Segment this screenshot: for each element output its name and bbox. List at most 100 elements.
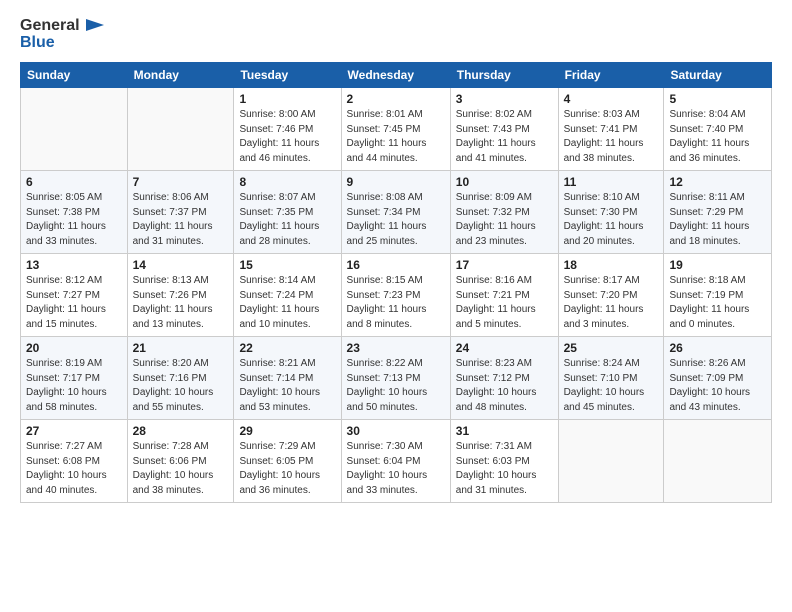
day-number: 21	[133, 341, 229, 355]
calendar-header-row: SundayMondayTuesdayWednesdayThursdayFrid…	[21, 63, 772, 88]
col-header-thursday: Thursday	[450, 63, 558, 88]
calendar-week-5: 27Sunrise: 7:27 AM Sunset: 6:08 PM Dayli…	[21, 420, 772, 503]
calendar-cell: 21Sunrise: 8:20 AM Sunset: 7:16 PM Dayli…	[127, 337, 234, 420]
day-info: Sunrise: 7:28 AM Sunset: 6:06 PM Dayligh…	[133, 440, 229, 498]
col-header-saturday: Saturday	[664, 63, 772, 88]
day-number: 9	[347, 175, 445, 189]
day-info: Sunrise: 7:30 AM Sunset: 6:04 PM Dayligh…	[347, 440, 445, 498]
day-number: 6	[26, 175, 122, 189]
day-info: Sunrise: 8:13 AM Sunset: 7:26 PM Dayligh…	[133, 274, 229, 332]
day-info: Sunrise: 8:15 AM Sunset: 7:23 PM Dayligh…	[347, 274, 445, 332]
calendar-cell: 29 Sunrise: 7:29 AM Sunset: 6:05 PM Dayli…	[234, 420, 341, 503]
day-info: Sunrise: 8:16 AM Sunset: 7:21 PM Dayligh…	[456, 274, 553, 332]
col-header-wednesday: Wednesday	[341, 63, 450, 88]
day-number: 25	[564, 341, 659, 355]
day-info: Sunrise: 7:29 AM Sunset: 6:05 PM Dayligh…	[239, 440, 335, 498]
calendar-week-1: 1Sunrise: 8:00 AM Sunset: 7:46 PM Daylig…	[21, 88, 772, 171]
calendar-cell: 17 Sunrise: 8:16 AM Sunset: 7:21 PM Dayli…	[450, 254, 558, 337]
calendar-cell: 22 Sunrise: 8:21 AM Sunset: 7:14 PM Dayli…	[234, 337, 341, 420]
calendar-cell: 9 Sunrise: 8:08 AM Sunset: 7:34 PM Daylig…	[341, 171, 450, 254]
calendar-cell: 18Sunrise: 8:17 AM Sunset: 7:20 PM Dayli…	[558, 254, 664, 337]
day-number: 2	[347, 92, 445, 106]
calendar-week-4: 20 Sunrise: 8:19 AM Sunset: 7:17 PM Dayli…	[21, 337, 772, 420]
calendar-cell: 11 Sunrise: 8:10 AM Sunset: 7:30 PM Dayli…	[558, 171, 664, 254]
calendar-cell: 13 Sunrise: 8:12 AM Sunset: 7:27 PM Dayli…	[21, 254, 128, 337]
calendar-cell: 23 Sunrise: 8:22 AM Sunset: 7:13 PM Dayli…	[341, 337, 450, 420]
day-info: Sunrise: 8:07 AM Sunset: 7:35 PM Dayligh…	[239, 191, 335, 249]
col-header-sunday: Sunday	[21, 63, 128, 88]
day-info: Sunrise: 8:08 AM Sunset: 7:34 PM Dayligh…	[347, 191, 445, 249]
calendar-cell: 7Sunrise: 8:06 AM Sunset: 7:37 PM Daylig…	[127, 171, 234, 254]
day-info: Sunrise: 8:12 AM Sunset: 7:27 PM Dayligh…	[26, 274, 122, 332]
calendar-cell: 2 Sunrise: 8:01 AM Sunset: 7:45 PM Daylig…	[341, 88, 450, 171]
logo-container: General Blue	[20, 16, 104, 52]
day-info: Sunrise: 8:24 AM Sunset: 7:10 PM Dayligh…	[564, 357, 659, 415]
calendar-cell: 6 Sunrise: 8:05 AM Sunset: 7:38 PM Daylig…	[21, 171, 128, 254]
day-number: 22	[239, 341, 335, 355]
day-number: 15	[239, 258, 335, 272]
day-number: 20	[26, 341, 122, 355]
calendar-cell: 30 Sunrise: 7:30 AM Sunset: 6:04 PM Dayli…	[341, 420, 450, 503]
calendar-table: SundayMondayTuesdayWednesdayThursdayFrid…	[20, 62, 772, 503]
col-header-monday: Monday	[127, 63, 234, 88]
day-info: Sunrise: 8:01 AM Sunset: 7:45 PM Dayligh…	[347, 108, 445, 166]
calendar-week-2: 6 Sunrise: 8:05 AM Sunset: 7:38 PM Daylig…	[21, 171, 772, 254]
day-info: Sunrise: 8:03 AM Sunset: 7:41 PM Dayligh…	[564, 108, 659, 166]
calendar-cell: 10 Sunrise: 8:09 AM Sunset: 7:32 PM Dayli…	[450, 171, 558, 254]
calendar-cell	[21, 88, 128, 171]
calendar-cell	[664, 420, 772, 503]
calendar-cell: 31 Sunrise: 7:31 AM Sunset: 6:03 PM Dayli…	[450, 420, 558, 503]
calendar-cell: 12 Sunrise: 8:11 AM Sunset: 7:29 PM Dayli…	[664, 171, 772, 254]
calendar-cell: 5 Sunrise: 8:04 AM Sunset: 7:40 PM Daylig…	[664, 88, 772, 171]
col-header-friday: Friday	[558, 63, 664, 88]
calendar-cell: 19Sunrise: 8:18 AM Sunset: 7:19 PM Dayli…	[664, 254, 772, 337]
day-number: 29	[239, 424, 335, 438]
day-info: Sunrise: 8:22 AM Sunset: 7:13 PM Dayligh…	[347, 357, 445, 415]
calendar-cell: 27Sunrise: 7:27 AM Sunset: 6:08 PM Dayli…	[21, 420, 128, 503]
day-number: 8	[239, 175, 335, 189]
day-info: Sunrise: 8:21 AM Sunset: 7:14 PM Dayligh…	[239, 357, 335, 415]
day-info: Sunrise: 8:10 AM Sunset: 7:30 PM Dayligh…	[564, 191, 659, 249]
logo: General Blue	[20, 16, 104, 52]
day-number: 24	[456, 341, 553, 355]
day-number: 19	[669, 258, 766, 272]
day-number: 3	[456, 92, 553, 106]
calendar-cell: 8 Sunrise: 8:07 AM Sunset: 7:35 PM Daylig…	[234, 171, 341, 254]
calendar-cell	[127, 88, 234, 171]
calendar-cell: 16 Sunrise: 8:15 AM Sunset: 7:23 PM Dayli…	[341, 254, 450, 337]
day-info: Sunrise: 8:14 AM Sunset: 7:24 PM Dayligh…	[239, 274, 335, 332]
day-number: 10	[456, 175, 553, 189]
day-number: 31	[456, 424, 553, 438]
day-info: Sunrise: 8:09 AM Sunset: 7:32 PM Dayligh…	[456, 191, 553, 249]
day-number: 18	[564, 258, 659, 272]
day-info: Sunrise: 8:02 AM Sunset: 7:43 PM Dayligh…	[456, 108, 553, 166]
day-number: 11	[564, 175, 659, 189]
logo-flag-icon	[82, 17, 104, 35]
day-number: 13	[26, 258, 122, 272]
day-info: Sunrise: 8:06 AM Sunset: 7:37 PM Dayligh…	[133, 191, 229, 249]
calendar-cell: 25 Sunrise: 8:24 AM Sunset: 7:10 PM Dayli…	[558, 337, 664, 420]
day-info: Sunrise: 8:23 AM Sunset: 7:12 PM Dayligh…	[456, 357, 553, 415]
day-info: Sunrise: 8:19 AM Sunset: 7:17 PM Dayligh…	[26, 357, 122, 415]
day-info: Sunrise: 8:04 AM Sunset: 7:40 PM Dayligh…	[669, 108, 766, 166]
day-number: 4	[564, 92, 659, 106]
day-number: 5	[669, 92, 766, 106]
day-info: Sunrise: 7:31 AM Sunset: 6:03 PM Dayligh…	[456, 440, 553, 498]
day-number: 17	[456, 258, 553, 272]
calendar-cell	[558, 420, 664, 503]
day-info: Sunrise: 8:05 AM Sunset: 7:38 PM Dayligh…	[26, 191, 122, 249]
col-header-tuesday: Tuesday	[234, 63, 341, 88]
calendar-cell: 24 Sunrise: 8:23 AM Sunset: 7:12 PM Dayli…	[450, 337, 558, 420]
calendar-cell: 4 Sunrise: 8:03 AM Sunset: 7:41 PM Daylig…	[558, 88, 664, 171]
calendar-cell: 15 Sunrise: 8:14 AM Sunset: 7:24 PM Dayli…	[234, 254, 341, 337]
day-number: 23	[347, 341, 445, 355]
day-number: 12	[669, 175, 766, 189]
calendar-cell: 1Sunrise: 8:00 AM Sunset: 7:46 PM Daylig…	[234, 88, 341, 171]
day-number: 16	[347, 258, 445, 272]
day-number: 26	[669, 341, 766, 355]
day-info: Sunrise: 8:00 AM Sunset: 7:46 PM Dayligh…	[239, 108, 335, 166]
day-number: 30	[347, 424, 445, 438]
logo-blue-text: Blue	[20, 33, 55, 52]
day-info: Sunrise: 8:11 AM Sunset: 7:29 PM Dayligh…	[669, 191, 766, 249]
calendar-cell: 26Sunrise: 8:26 AM Sunset: 7:09 PM Dayli…	[664, 337, 772, 420]
